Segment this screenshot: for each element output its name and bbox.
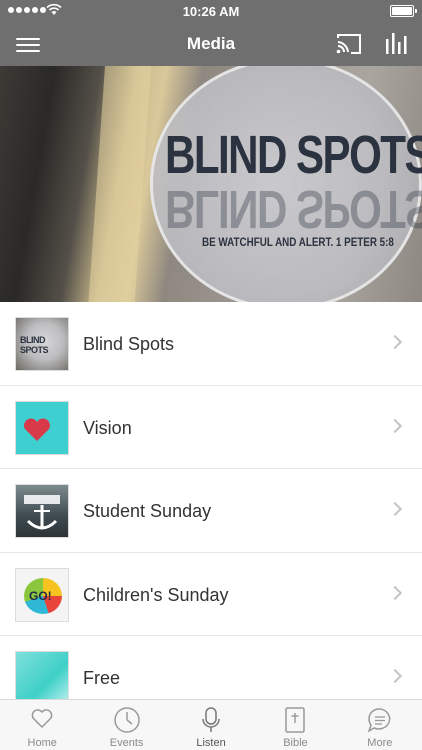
tab-label: Home	[27, 737, 57, 749]
chevron-right-icon	[387, 418, 403, 433]
list-item-label: Blind Spots	[83, 334, 175, 354]
heart-icon	[31, 709, 53, 729]
tab-bible[interactable]: Bible	[253, 700, 337, 750]
media-list: BLIND SPOTS Blind Spots Vision Student S…	[0, 302, 422, 720]
thumbnail-text: GO!	[29, 588, 52, 603]
navigation-bar: Media	[0, 22, 422, 66]
anchor-icon	[24, 495, 60, 530]
tab-listen[interactable]: Listen	[169, 700, 253, 750]
speech-bubble-icon	[367, 708, 391, 733]
tab-more[interactable]: More	[338, 700, 422, 750]
microphone-icon	[202, 707, 220, 732]
thumbnail-vision	[15, 400, 69, 455]
tab-bar: Home Events Listen Bible More	[0, 699, 422, 750]
list-item-label: Vision	[83, 417, 132, 438]
clock-icon	[113, 707, 140, 733]
chevron-right-icon	[387, 334, 403, 350]
hero-subtitle: BE WATCHFUL AND ALERT. 1 PETER 5:8	[202, 235, 394, 249]
battery-icon	[390, 5, 417, 17]
tab-label: Listen	[196, 737, 226, 749]
cast-icon[interactable]	[336, 32, 362, 56]
tab-label: More	[367, 737, 393, 749]
hero-title: BLIND SPOTS	[165, 125, 422, 185]
list-item-label: Free	[83, 668, 121, 688]
tab-events[interactable]: Events	[84, 700, 168, 750]
bible-icon	[285, 707, 306, 733]
thumbnail-childrens-sunday: GO!	[15, 567, 69, 622]
list-item[interactable]: Student Sunday	[0, 469, 422, 553]
heart-icon	[24, 418, 50, 441]
list-item[interactable]: GO! Children's Sunday	[0, 552, 422, 636]
list-item[interactable]: Vision	[0, 385, 422, 469]
list-item[interactable]: BLIND SPOTS Blind Spots	[0, 302, 422, 386]
hero-title-reflection: BLIND SPOTS	[165, 179, 422, 239]
road-stripe	[85, 66, 153, 302]
hero-banner[interactable]: BLIND SPOTS BLIND SPOTS BE WATCHFUL AND …	[0, 66, 422, 302]
thumbnail-student-sunday	[15, 484, 69, 538]
thumbnail-free	[15, 651, 69, 705]
list-item-label: Student Sunday	[83, 501, 212, 521]
chevron-right-icon	[387, 668, 403, 684]
tab-label: Events	[109, 737, 144, 749]
tab-label: Bible	[283, 737, 308, 749]
status-time: 10:26 AM	[182, 4, 240, 19]
thumbnail-text: BLIND SPOTS	[20, 335, 49, 355]
status-bar: 10:26 AM	[0, 0, 422, 22]
list-item-label: Children's Sunday	[83, 584, 229, 605]
chevron-right-icon	[387, 585, 403, 600]
thumbnail-blind-spots: BLIND SPOTS	[15, 317, 69, 371]
tab-home[interactable]: Home	[0, 700, 84, 750]
equalizer-icon[interactable]	[384, 30, 408, 56]
chevron-right-icon	[387, 501, 403, 517]
